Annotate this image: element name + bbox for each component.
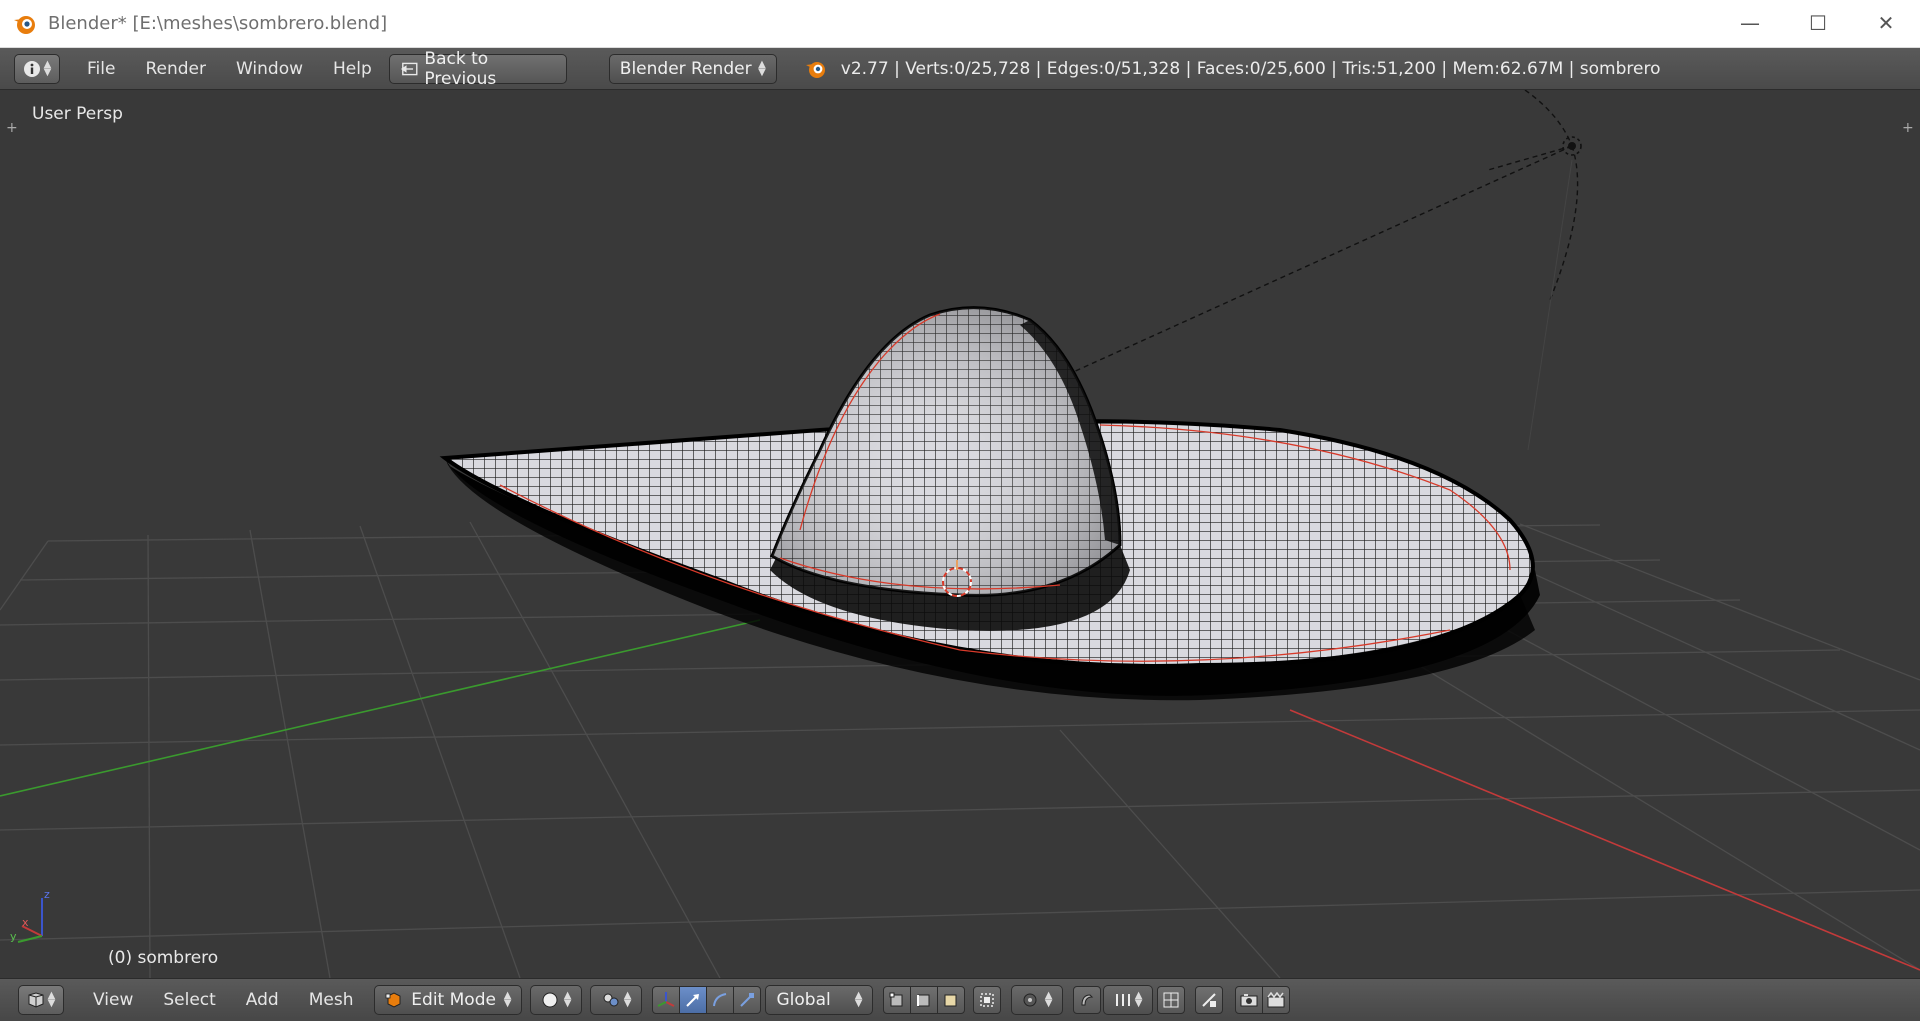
- snap-icon: [1081, 994, 1094, 1006]
- occlude-geometry-toggle[interactable]: [973, 986, 1002, 1014]
- transform-orientation-dropdown[interactable]: Global ▲ ▼: [765, 985, 874, 1015]
- rotate-icon: [713, 993, 727, 1007]
- menu-add[interactable]: Add: [231, 990, 294, 1010]
- viewport-editor-type-selector[interactable]: ▲ ▼: [18, 985, 64, 1015]
- proportional-icon: [1023, 993, 1037, 1007]
- face-select-mode-button[interactable]: [937, 986, 966, 1014]
- mirror-editing-button[interactable]: [1195, 986, 1224, 1014]
- transform-orientation-value: Global: [776, 990, 831, 1010]
- chevron-updown-icon: ▲ ▼: [563, 990, 572, 1009]
- vertex-select-mode-button[interactable]: [883, 986, 912, 1014]
- maximize-button[interactable]: ☐: [1784, 0, 1852, 46]
- chevron-updown-icon: ▲ ▼: [1044, 990, 1053, 1009]
- snap-target-button[interactable]: [1157, 986, 1186, 1014]
- tool-shelf-toggle-icon[interactable]: +: [6, 121, 18, 135]
- solid-shading-icon: [542, 992, 558, 1008]
- scale-icon: [740, 993, 755, 1007]
- back-arrow-icon: [400, 62, 418, 75]
- snap-element-icon: [1116, 994, 1131, 1006]
- properties-toggle-icon[interactable]: +: [1902, 121, 1914, 135]
- back-to-previous-button[interactable]: Back to Previous: [388, 49, 567, 89]
- chevron-updown-icon: ▲ ▼: [758, 58, 766, 78]
- info-header: ▲ ▼ File Render Window Help Back to Previ…: [0, 48, 1920, 90]
- close-button[interactable]: ✕: [1852, 0, 1920, 46]
- render-engine-dropdown[interactable]: Blender Render ▲ ▼: [608, 53, 777, 84]
- scale-manipulator-toggle[interactable]: [733, 986, 762, 1014]
- view-perspective-label: User Persp: [32, 104, 123, 124]
- edge-select-mode-button[interactable]: [910, 986, 939, 1014]
- menu-mesh[interactable]: Mesh: [294, 990, 369, 1010]
- chevron-updown-icon: ▲ ▼: [854, 990, 863, 1009]
- manipulator-toggle[interactable]: [652, 986, 681, 1014]
- viewport-editor-icon: [28, 992, 44, 1008]
- window-titlebar: Blender* [E:\meshes\sombrero.blend] — ☐ …: [0, 0, 1920, 48]
- chevron-updown-icon: ▲ ▼: [47, 990, 56, 1009]
- manipulator-icon: [658, 992, 675, 1007]
- chevron-updown-icon: ▲ ▼: [503, 990, 512, 1009]
- 3d-viewport[interactable]: User Persp (0) sombrero z y x + +: [0, 90, 1920, 978]
- menu-view[interactable]: View: [78, 990, 148, 1010]
- proportional-editing-dropdown[interactable]: ▲ ▼: [1011, 985, 1064, 1015]
- occlude-icon: [980, 993, 995, 1007]
- y-axis-line: [0, 619, 761, 797]
- menu-help[interactable]: Help: [318, 59, 387, 79]
- snap-target-icon: [1163, 992, 1179, 1008]
- snap-toggle[interactable]: [1073, 986, 1102, 1014]
- menu-file[interactable]: File: [72, 59, 130, 79]
- render-engine-value: Blender Render: [619, 58, 752, 79]
- window-controls: — ☐ ✕: [1716, 0, 1920, 46]
- info-editor-type-selector[interactable]: ▲ ▼: [14, 53, 60, 84]
- viewport-header: ▲ ▼ View Select Add Mesh Edit Mode ▲ ▼ ▲ ▼ …: [0, 978, 1920, 1021]
- select-mode-group: [883, 986, 966, 1014]
- scene-statistics: v2.77 | Verts:0/25,728 | Edges:0/51,328 …: [840, 58, 1661, 79]
- menu-select[interactable]: Select: [148, 990, 230, 1010]
- edge-select-icon: [917, 994, 930, 1007]
- info-editor-icon: [23, 60, 40, 77]
- viewport-shading-dropdown[interactable]: ▲ ▼: [530, 985, 583, 1015]
- render-buttons-group: [1235, 986, 1291, 1014]
- active-object-label: (0) sombrero: [108, 948, 219, 968]
- back-to-previous-label: Back to Previous: [424, 48, 497, 89]
- scene-render: [0, 90, 1920, 978]
- pivot-icon: [603, 993, 619, 1007]
- minimize-button[interactable]: —: [1716, 0, 1784, 46]
- edit-mode-icon: [386, 992, 401, 1008]
- vertex-select-icon: [889, 992, 903, 1007]
- chevron-updown-icon: ▲ ▼: [623, 990, 632, 1009]
- menu-render[interactable]: Render: [130, 59, 221, 79]
- opengl-render-button[interactable]: [1235, 986, 1264, 1014]
- face-select-icon: [944, 994, 957, 1007]
- menu-window[interactable]: Window: [221, 59, 318, 79]
- mode-value: Edit Mode: [411, 990, 496, 1010]
- pivot-point-dropdown[interactable]: ▲ ▼: [590, 985, 643, 1015]
- gizmo-z-label: z: [44, 888, 50, 901]
- window-title: Blender* [E:\meshes\sombrero.blend]: [48, 13, 388, 34]
- mirror-icon: [1202, 993, 1217, 1007]
- render-icon: [1240, 994, 1258, 1007]
- render-anim-icon: [1267, 992, 1285, 1008]
- blender-logo-icon: [14, 15, 35, 34]
- chevron-updown-icon: ▲ ▼: [1134, 990, 1143, 1009]
- lamp-object: [1059, 90, 1579, 379]
- mode-dropdown[interactable]: Edit Mode ▲ ▼: [374, 985, 523, 1015]
- rotate-manipulator-toggle[interactable]: [706, 986, 735, 1014]
- manipulator-group: [652, 986, 762, 1014]
- translate-icon: [686, 994, 700, 1007]
- chevron-updown-icon: ▲ ▼: [43, 58, 52, 78]
- translate-manipulator-toggle[interactable]: [679, 986, 708, 1014]
- gizmo-x-label: x: [22, 916, 29, 929]
- opengl-render-animation-button[interactable]: [1262, 986, 1291, 1014]
- snap-element-dropdown[interactable]: ▲ ▼: [1103, 985, 1154, 1015]
- gizmo-y-label: y: [10, 930, 17, 943]
- blender-logo-icon: [805, 61, 825, 78]
- x-axis-line: [1289, 709, 1920, 971]
